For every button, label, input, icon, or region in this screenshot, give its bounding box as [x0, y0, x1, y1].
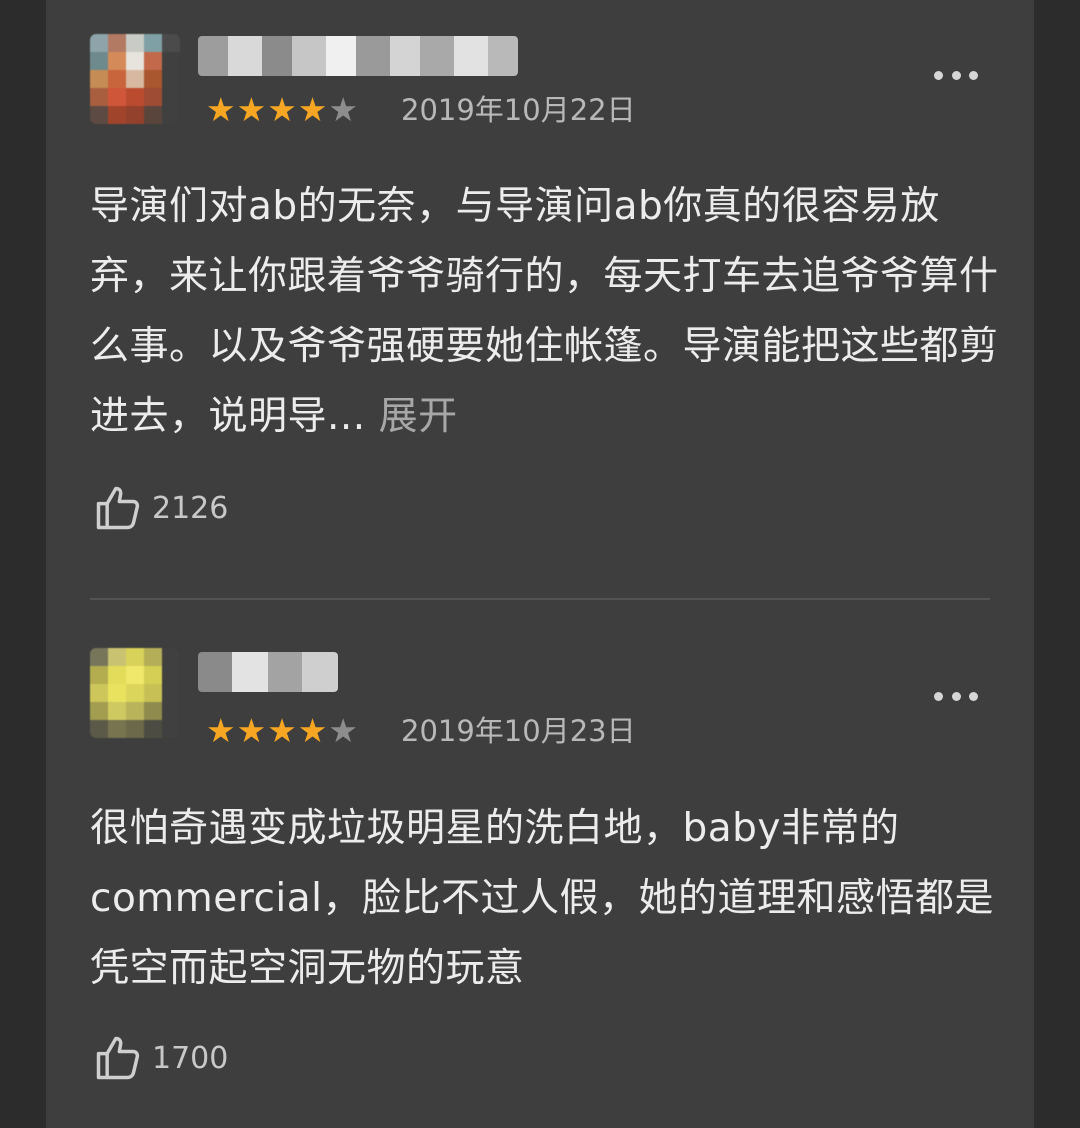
- star-icon: ★: [297, 711, 328, 750]
- username-blurred[interactable]: [198, 652, 338, 692]
- like-button[interactable]: 2126: [92, 482, 228, 534]
- review-date: 2019年10月22日: [401, 93, 636, 127]
- star-icon: ★: [236, 90, 267, 129]
- star-icon: ★: [328, 711, 358, 750]
- star-icon: ★: [206, 711, 236, 750]
- thumbs-up-icon: [96, 1036, 140, 1080]
- expand-link[interactable]: 展开: [379, 394, 458, 439]
- star-icon: ★: [328, 90, 358, 129]
- avatar[interactable]: [90, 34, 180, 124]
- divider: [90, 598, 990, 600]
- review-text-content: 很怕奇遇变成垃圾明星的洗白地，baby非常的commercial，脸比不过人假，…: [90, 806, 994, 991]
- avatar[interactable]: [90, 648, 180, 738]
- review-text: 很怕奇遇变成垃圾明星的洗白地，baby非常的commercial，脸比不过人假，…: [90, 794, 1000, 1004]
- star-icon: ★: [267, 711, 297, 750]
- review-text-content: 导演们对ab的无奈，与导演问ab你真的很容易放弃，来让你跟着爷爷骑行的，每天打车…: [90, 184, 999, 439]
- reviews-panel: ★ ★ ★ ★ ★ 2019年10月22日 导演们对ab的无奈，与导演问ab你真的很容易…: [46, 0, 1034, 1128]
- like-count: 2126: [152, 490, 229, 526]
- review-text: 导演们对ab的无奈，与导演问ab你真的很容易放弃，来让你跟着爷爷骑行的，每天打车…: [90, 172, 1000, 452]
- username-blurred[interactable]: [198, 36, 518, 76]
- star-icon: ★: [236, 711, 267, 750]
- review-date: 2019年10月23日: [401, 714, 636, 748]
- star-icon: ★: [206, 90, 236, 129]
- like-count: 1700: [152, 1040, 229, 1076]
- like-button[interactable]: 1700: [92, 1032, 228, 1084]
- more-dots-icon[interactable]: [934, 689, 978, 703]
- star-icon: ★: [297, 90, 328, 129]
- more-dots-icon[interactable]: [934, 68, 978, 82]
- star-rating: ★ ★ ★ ★ ★: [206, 711, 358, 751]
- star-icon: ★: [267, 90, 297, 129]
- star-rating: ★ ★ ★ ★ ★: [206, 90, 358, 130]
- thumbs-up-icon: [96, 486, 140, 530]
